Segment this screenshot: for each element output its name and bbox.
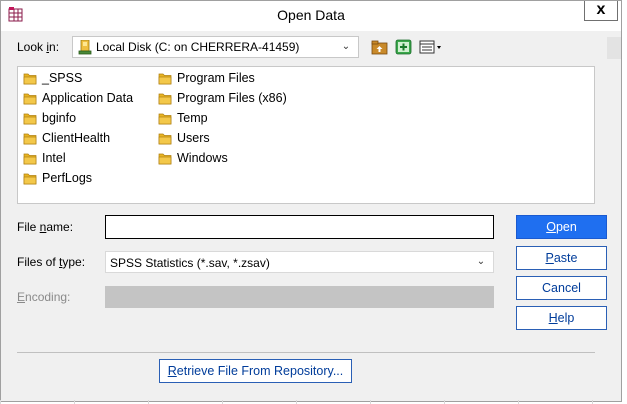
folder-name: Windows [177,151,228,165]
folder-name: PerfLogs [42,171,93,185]
files-of-type-value: SPSS Statistics (*.sav, *.zsav) [110,256,270,270]
separator [17,352,595,353]
background-grid [0,400,627,404]
folder-icon [23,113,37,125]
cancel-button[interactable]: Cancel [516,276,607,300]
help-button[interactable]: Help [516,306,607,330]
file-name-input[interactable] [105,215,494,239]
folder-name: Users [177,131,210,145]
chevron-down-icon[interactable]: ⌄ [473,254,489,270]
title-bar[interactable]: Open Data x [1,1,621,31]
folder-icon [23,173,37,185]
folder-name: bginfo [42,111,77,125]
file-list[interactable]: _SPSS Application Data bginfo ClientHealth I… [17,66,595,204]
new-folder-icon[interactable] [394,38,414,56]
window-title: Open Data [277,7,345,23]
up-folder-icon[interactable] [370,38,390,56]
folder-icon [158,93,172,105]
encoding-combo [105,286,494,308]
folder-icon [23,133,37,145]
folder-name: _SPSS [42,71,83,85]
view-menu-icon[interactable] [418,38,444,56]
folder-name: Program Files (x86) [177,91,287,105]
file-name-label: File name: [17,220,74,234]
look-in-value: Local Disk (C: on CHERRERA-41459) [96,40,300,54]
close-button[interactable]: x [584,1,618,21]
folder-icon [158,153,172,165]
look-in-combo[interactable]: Local Disk (C: on CHERRERA-41459) ⌄ [72,36,359,58]
folder-icon [23,93,37,105]
folder-name: Temp [177,111,208,125]
chevron-down-icon[interactable]: ⌄ [338,39,354,55]
local-disk-icon [78,40,92,55]
open-button[interactable]: Open [516,215,607,239]
folder-name: Application Data [42,91,134,105]
look-in-label: Look in: [17,40,60,54]
paste-button[interactable]: Paste [516,246,607,270]
folder-name: ClientHealth [42,131,111,145]
toolbar-strip [607,37,621,59]
files-of-type-combo[interactable]: SPSS Statistics (*.sav, *.zsav) ⌄ [105,251,494,273]
folder-icon [23,73,37,85]
folder-name: Program Files [177,71,255,85]
folder-icon [158,73,172,85]
retrieve-from-repository-button[interactable]: Retrieve File From Repository... [159,359,352,383]
encoding-label: Encoding: [17,290,71,304]
folder-icon [158,113,172,125]
folder-icon [158,133,172,145]
folder-name: Intel [42,151,66,165]
open-data-dialog: Open Data x Look in: Local Disk (C: on C… [0,0,622,402]
files-of-type-label: Files of type: [17,255,86,269]
folder-icon [23,153,37,165]
